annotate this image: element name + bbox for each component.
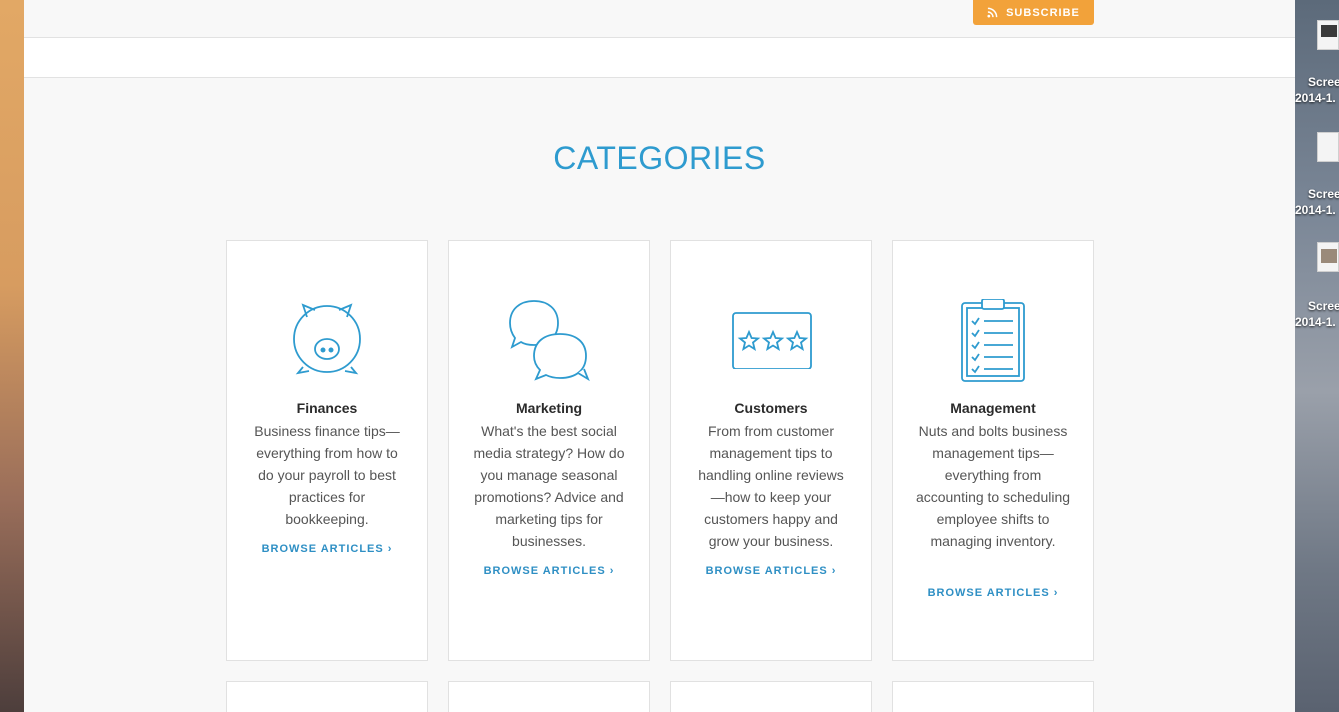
category-card-marketing: Marketing What's the best social media s…: [448, 240, 650, 661]
category-title: Marketing: [515, 400, 583, 416]
file-name-line1: Scree: [1308, 75, 1339, 89]
category-card-management: Management Nuts and bolts business manag…: [892, 240, 1094, 661]
file-thumbnail-icon: [1317, 132, 1339, 162]
clipboard-checklist-icon: [893, 299, 1093, 385]
subscribe-button[interactable]: SUBSCRIBE: [973, 0, 1094, 25]
desktop-wallpaper-left: [0, 0, 24, 712]
file-name-line2: 2014-1.: [1295, 315, 1336, 329]
file-name-line1: Scree: [1308, 299, 1339, 313]
browse-articles-link[interactable]: BROWSE ARTICLES ›: [227, 543, 427, 555]
file-name-line2: 2014-1.: [1295, 91, 1336, 105]
category-description: From from customer management tips to ha…: [698, 423, 844, 549]
navigation-bar: [24, 38, 1295, 78]
browser-page: SUBSCRIBE CATEGORIES Finances Business f…: [24, 0, 1295, 712]
desktop-file-screenshot[interactable]: Scree 2014-1.: [1295, 126, 1339, 238]
browse-articles-link[interactable]: BROWSE ARTICLES ›: [893, 587, 1093, 599]
chat-bubbles-icon: [449, 299, 649, 385]
section-title: CATEGORIES: [553, 140, 766, 176]
stars-rating-icon: [671, 299, 871, 385]
category-card: [226, 681, 428, 712]
category-card: [670, 681, 872, 712]
category-card: [892, 681, 1094, 712]
category-card-finances: Finances Business finance tips—everythin…: [226, 240, 428, 661]
category-card: [448, 681, 650, 712]
piggy-bank-icon: [227, 299, 427, 385]
browse-articles-link[interactable]: BROWSE ARTICLES ›: [449, 565, 649, 577]
file-name-line1: Scree: [1308, 187, 1339, 201]
category-card-customers: Customers From from customer management …: [670, 240, 872, 661]
category-title: Customers: [734, 400, 808, 416]
desktop-file-screenshot[interactable]: Scree 2014-1.: [1295, 14, 1339, 126]
subscribe-label: SUBSCRIBE: [1006, 6, 1080, 19]
file-thumbnail-icon: [1317, 242, 1339, 272]
file-name-line2: 2014-1.: [1295, 203, 1336, 217]
rss-icon: [987, 7, 998, 18]
category-title: Management: [950, 400, 1036, 416]
browse-articles-link[interactable]: BROWSE ARTICLES ›: [671, 565, 871, 577]
top-header-bar: SUBSCRIBE: [24, 0, 1295, 38]
category-description: What's the best social media strategy? H…: [473, 423, 625, 549]
desktop-file-screenshot[interactable]: Scree 2014-1.: [1295, 238, 1339, 350]
file-thumbnail-icon: [1317, 20, 1339, 50]
category-description: Business finance tips—everything from ho…: [254, 423, 400, 527]
category-title: Finances: [296, 400, 358, 416]
category-description: Nuts and bolts business management tips—…: [915, 423, 1071, 549]
